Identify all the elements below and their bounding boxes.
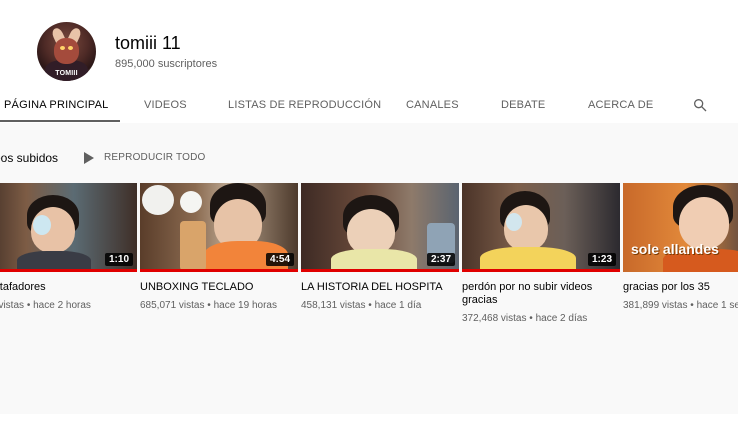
video-views: 381,899 vistas [623,300,688,311]
tab-videos[interactable]: VIDEOS [144,99,187,111]
meta-separator: • [26,300,31,311]
video-views: 250 vistas [0,300,25,311]
video-views: 458,131 vistas [301,300,366,311]
avatar-eye [60,46,65,50]
video-thumbnail[interactable]: 2:37 [301,183,459,272]
channel-name: tomiii 11 [115,33,181,53]
video-thumbnail[interactable]: 4:54 [140,183,298,272]
video-age: hace 19 horas [213,300,277,311]
video-meta: 458,131 vistas • hace 1 día [301,300,460,311]
video-meta: 250 vistas • hace 2 horas [0,300,138,311]
video-thumbnail[interactable]: 1:10 [0,183,137,272]
video-views: 372,468 vistas [462,313,527,324]
meta-separator: • [368,300,372,311]
video-card[interactable]: 1:23 perdón por no subir videos gracias … [462,183,621,324]
play-all-label: REPRODUCIR TODO [104,152,206,163]
video-duration: 1:10 [104,253,133,266]
video-duration: 4:54 [265,253,294,266]
channel-avatar[interactable]: TOMIII [37,22,96,81]
video-age: hace 1 se [696,300,738,311]
video-age: hace 1 día [374,300,422,311]
watch-progress [301,269,459,272]
video-views: 685,071 vistas [140,300,205,311]
meta-separator: • [690,300,694,311]
tab-playlists[interactable]: LISTAS DE REPRODUCCIÓN [228,99,381,111]
avatar-text: TOMIII [55,70,78,77]
subscriber-count: 895,000 suscriptores [115,58,218,70]
section-title[interactable]: eos subidos [0,151,58,165]
video-meta: 372,468 vistas • hace 2 días [462,313,621,324]
video-title[interactable]: perdón por no subir videos gracias [462,281,614,307]
video-thumbnail[interactable]: sole allandes [623,183,738,272]
youtube-channel-page: TOMIII tomiii 11 895,000 suscriptores PÁ… [0,10,738,414]
meta-separator: • [529,313,533,324]
meta-separator: • [207,300,211,311]
video-title[interactable]: LA HISTORIA DEL HOSPITA [301,281,453,294]
watch-progress [462,269,620,272]
tab-discussion[interactable]: DEBATE [501,99,545,111]
watch-progress [140,269,298,272]
video-duration: 2:37 [426,253,455,266]
video-thumbnail[interactable]: 1:23 [462,183,620,272]
play-icon [84,152,94,164]
video-title[interactable]: a estafadores [0,281,131,294]
tab-about[interactable]: ACERCA DE [588,99,653,111]
thumbnail-overlay-text: sole allandes [631,241,719,257]
video-duration: 1:23 [587,253,616,266]
watch-progress [0,269,137,272]
video-card[interactable]: sole allandes gracias por los 35 381,899… [623,183,738,311]
video-title[interactable]: gracias por los 35 [623,281,738,294]
active-tab-indicator [0,120,120,122]
video-card[interactable]: 1:10 a estafadores 250 vistas • hace 2 h… [0,183,138,311]
channel-header: TOMIII tomiii 11 895,000 suscriptores PÁ… [0,10,738,123]
video-title[interactable]: UNBOXING TECLADO [140,281,292,294]
channel-tabs: PÁGINA PRINCIPAL VIDEOS LISTAS DE REPROD… [0,94,738,123]
video-age: hace 2 horas [33,300,91,311]
video-card[interactable]: 2:37 LA HISTORIA DEL HOSPITA 458,131 vis… [301,183,460,311]
tab-home[interactable]: PÁGINA PRINCIPAL [4,99,108,111]
video-meta: 685,071 vistas • hace 19 horas [140,300,299,311]
video-meta: 381,899 vistas • hace 1 se [623,300,738,311]
video-age: hace 2 días [535,313,588,324]
avatar-face [54,38,79,64]
avatar-eye [68,46,73,50]
search-icon[interactable] [692,97,708,113]
video-card[interactable]: 4:54 UNBOXING TECLADO 685,071 vistas • h… [140,183,299,311]
tab-channels[interactable]: CANALES [406,99,459,111]
